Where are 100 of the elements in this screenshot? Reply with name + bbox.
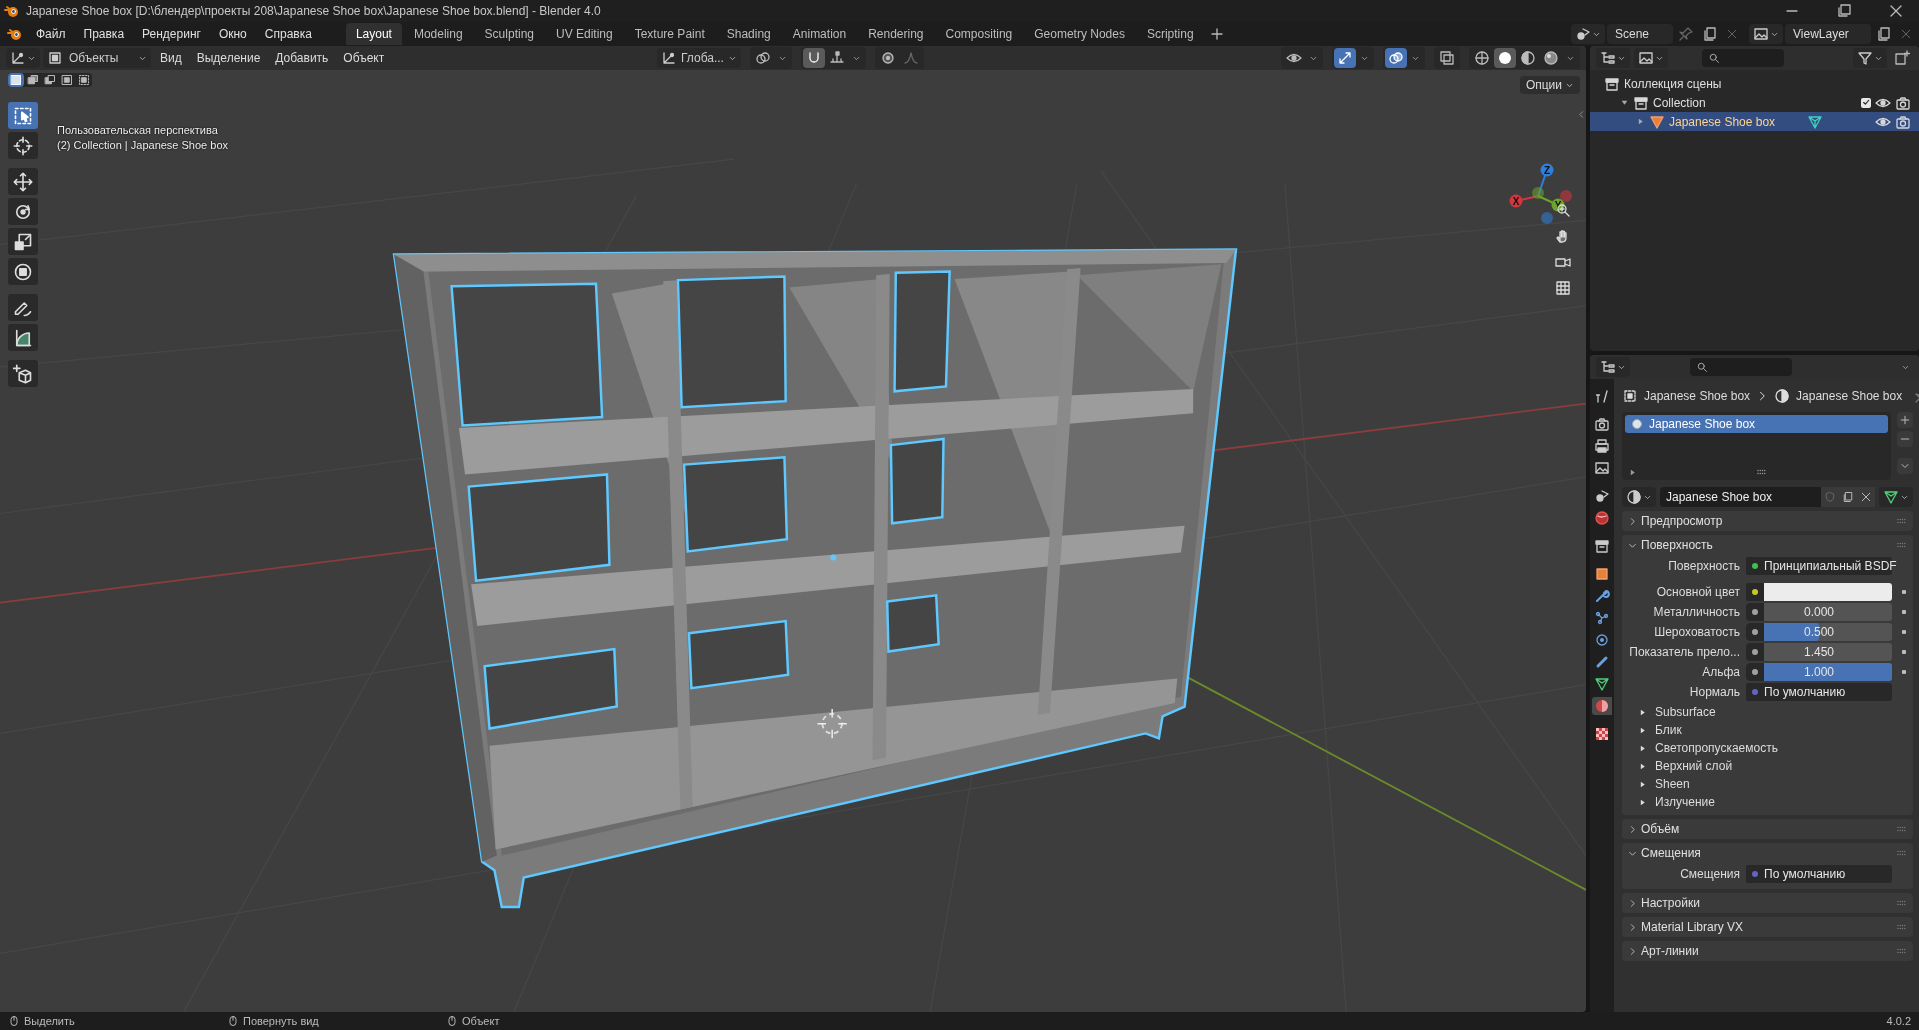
copy-icon[interactable]: [1876, 26, 1892, 42]
expand-arrow-icon[interactable]: [1636, 117, 1645, 126]
zoom-icon[interactable]: [1555, 202, 1571, 218]
panel-header[interactable]: Смещения: [1622, 843, 1913, 863]
circle-dot-icon[interactable]: [879, 50, 896, 66]
number-field[interactable]: 1.450: [1746, 643, 1892, 661]
dropdown-field[interactable]: По умолчанию: [1746, 865, 1892, 883]
camera-icon[interactable]: [1895, 94, 1911, 111]
menu-item[interactable]: Справка: [256, 24, 320, 44]
select-mode-button[interactable]: [42, 73, 58, 87]
maximize-icon[interactable]: [1836, 3, 1852, 19]
workspace-tab[interactable]: Texture Paint: [624, 23, 715, 45]
tool-button[interactable]: [8, 228, 38, 255]
copy-icon[interactable]: [1702, 26, 1718, 42]
subpanel-header[interactable]: Верхний слой: [1622, 757, 1913, 775]
axis-handle[interactable]: X: [1509, 194, 1523, 208]
close-icon[interactable]: [1888, 3, 1904, 19]
properties-tab[interactable]: [1592, 415, 1612, 433]
curve-icon[interactable]: [902, 50, 919, 66]
workspace-tab[interactable]: Shading: [716, 23, 781, 45]
menu-item[interactable]: Правка: [75, 24, 133, 44]
subpanel-header[interactable]: Светопропускаемость: [1622, 739, 1913, 757]
plus-icon[interactable]: [1899, 414, 1911, 426]
camera-icon[interactable]: [1895, 113, 1911, 130]
triangle-icon[interactable]: [1807, 113, 1824, 130]
workspace-tab[interactable]: Modeling: [403, 23, 473, 45]
outliner-item-label[interactable]: Коллекция сцены: [1624, 76, 1722, 91]
tool-button[interactable]: [8, 360, 38, 387]
properties-tab[interactable]: [1592, 509, 1612, 527]
workspace-tab[interactable]: Geometry Nodes: [1024, 23, 1135, 45]
outliner-item-label[interactable]: Collection: [1653, 95, 1706, 110]
menu-item[interactable]: Выделение: [190, 48, 267, 68]
panel-header[interactable]: Настройки: [1622, 893, 1913, 913]
number-field[interactable]: 0.500: [1746, 623, 1892, 641]
sphere-icon[interactable]: [1626, 489, 1642, 505]
workspace-tab[interactable]: Sculpting: [474, 23, 544, 45]
tree-icon[interactable]: [1600, 50, 1616, 66]
tree-icon[interactable]: [1600, 359, 1616, 375]
axis-handle[interactable]: [1532, 187, 1544, 199]
toggle-button[interactable]: [1334, 48, 1356, 68]
expand-arrow-icon[interactable]: [1620, 98, 1629, 107]
tool-button[interactable]: [8, 102, 38, 129]
image-icon[interactable]: [1753, 26, 1769, 42]
menu-item[interactable]: Вид: [154, 48, 188, 68]
checkbox[interactable]: [1861, 97, 1871, 108]
menu-item[interactable]: Рендеринг: [134, 24, 209, 44]
search-field[interactable]: [1702, 49, 1784, 67]
axes-icon[interactable]: [10, 50, 26, 66]
pin-icon[interactable]: [1678, 26, 1694, 42]
menu-item[interactable]: Файл: [28, 24, 74, 44]
workspace-tab[interactable]: Layout: [345, 23, 402, 45]
subpanel-header[interactable]: Subsurface: [1622, 703, 1913, 721]
number-field[interactable]: 1.000: [1746, 663, 1892, 681]
properties-tab[interactable]: [1592, 697, 1612, 715]
properties-tab[interactable]: [1592, 437, 1612, 455]
options-dropdown[interactable]: Опции: [1519, 76, 1580, 94]
workspace-tab[interactable]: Scripting: [1136, 23, 1204, 45]
image-icon[interactable]: [1638, 50, 1654, 66]
scene-field[interactable]: Scene: [1607, 24, 1673, 44]
panel-header[interactable]: Арт-линии: [1622, 941, 1913, 961]
expand-arrow-icon[interactable]: [1628, 467, 1637, 477]
toggle-button[interactable]: [1385, 48, 1407, 68]
material-slot[interactable]: Japanese Shoe box: [1625, 415, 1888, 433]
panel-header[interactable]: Material Library VX: [1622, 917, 1913, 937]
axis-handle[interactable]: Y: [1551, 198, 1565, 212]
subpanel-header[interactable]: Излучение: [1622, 793, 1913, 811]
menu-item[interactable]: Добавить: [269, 48, 335, 68]
increment-icon[interactable]: [828, 50, 845, 66]
outliner-row[interactable]: Collection: [1590, 93, 1919, 112]
tool-button[interactable]: [8, 324, 38, 351]
scene-icon[interactable]: [1575, 26, 1591, 42]
shading-button[interactable]: [1494, 48, 1516, 68]
select-mode-button[interactable]: [25, 73, 41, 87]
rings-icon[interactable]: [754, 50, 771, 66]
subpanel-header[interactable]: Блик: [1622, 721, 1913, 739]
properties-tab[interactable]: [1592, 459, 1612, 477]
select-mode-button[interactable]: [8, 73, 24, 87]
new-collection-icon[interactable]: [1894, 50, 1910, 66]
select-mode-button[interactable]: [76, 73, 92, 87]
tool-button[interactable]: [8, 168, 38, 195]
search-field[interactable]: [1690, 358, 1792, 376]
axis-handle[interactable]: [1541, 212, 1553, 224]
filter-icon[interactable]: [1857, 50, 1873, 66]
panel-header[interactable]: Предпросмотр: [1622, 511, 1913, 531]
workspace-tab[interactable]: Animation: [782, 23, 857, 45]
select-mode-button[interactable]: [59, 73, 75, 87]
axis-handle[interactable]: Z: [1540, 163, 1554, 177]
triangle-icon[interactable]: [1883, 489, 1899, 505]
dropdown-field[interactable]: По умолчанию: [1746, 683, 1892, 701]
workspace-tab[interactable]: Compositing: [935, 23, 1023, 45]
panel-header[interactable]: Поверхность: [1622, 535, 1913, 555]
close-icon[interactable]: [1860, 491, 1872, 503]
tool-button[interactable]: [8, 132, 38, 159]
grid-icon[interactable]: [1555, 280, 1571, 296]
mode-dropdown[interactable]: Объекты: [43, 48, 151, 68]
menu-item[interactable]: Окно: [210, 24, 255, 44]
logo-icon[interactable]: [7, 26, 23, 42]
outliner-item-label[interactable]: Japanese Shoe box: [1669, 114, 1776, 129]
copy-icon[interactable]: [1842, 491, 1854, 503]
subpanel-header[interactable]: Sheen: [1622, 775, 1913, 793]
